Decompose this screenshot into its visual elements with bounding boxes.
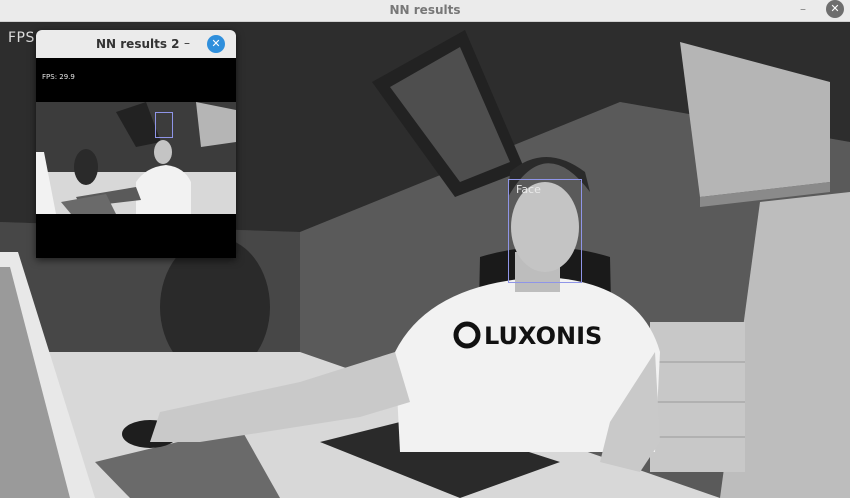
sub-window-title: NN results 2 bbox=[96, 37, 180, 51]
sub-minimize-button[interactable]: – bbox=[180, 36, 194, 50]
sub-camera-frame bbox=[36, 102, 236, 214]
sub-titlebar[interactable]: NN results 2 – ✕ bbox=[36, 30, 236, 58]
sub-camera-scene bbox=[36, 102, 236, 214]
sub-window[interactable]: NN results 2 – ✕ FPS: 29.9 bbox=[36, 30, 236, 258]
window-title: NN results bbox=[389, 3, 461, 17]
close-button[interactable]: ✕ bbox=[826, 0, 844, 18]
sub-face-detection-box bbox=[155, 112, 173, 138]
shirt-logo-text: LUXONIS bbox=[484, 322, 602, 350]
main-titlebar[interactable]: NN results – ✕ bbox=[0, 0, 850, 22]
sub-close-button[interactable]: ✕ bbox=[207, 35, 225, 53]
sub-fps-label: FPS: 29.9 bbox=[42, 73, 75, 81]
minimize-button[interactable]: – bbox=[796, 2, 810, 16]
face-detection-label: Face bbox=[516, 183, 541, 196]
main-fps-label: FPS bbox=[8, 30, 35, 46]
